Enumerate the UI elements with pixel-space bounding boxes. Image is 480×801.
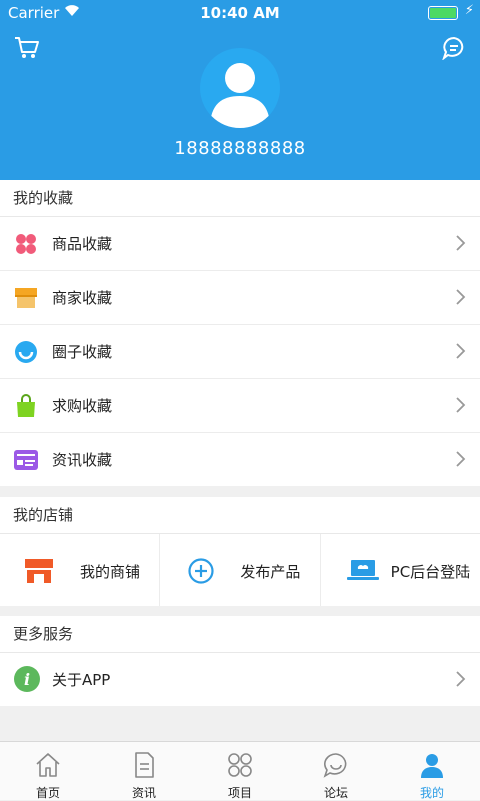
chevron-right-icon	[456, 343, 466, 359]
item-label: 商品收藏	[52, 235, 113, 253]
plus-circle-icon	[188, 558, 214, 584]
grid-icon	[228, 753, 252, 777]
tab-label: 资讯	[131, 786, 156, 800]
avatar-icon	[210, 63, 270, 128]
shop-icon	[25, 559, 53, 583]
charging-icon: ⚡	[464, 3, 474, 18]
tab-label: 论坛	[323, 786, 348, 800]
smile-icon	[15, 341, 37, 363]
bottom-tab-bar: 首页 资讯 项目 论坛 我的	[0, 741, 480, 800]
tab-home[interactable]: 首页	[0, 742, 96, 800]
item-label: 求购收藏	[52, 397, 113, 415]
chat-icon[interactable]	[442, 36, 466, 60]
chevron-right-icon	[456, 235, 466, 251]
status-time: 10:40 AM	[200, 4, 280, 22]
svg-text:i: i	[24, 670, 30, 689]
battery-icon	[428, 6, 458, 20]
favorites-section: 我的收藏 商品收藏 商家收藏 圈子收藏 求购收藏 资讯收藏	[0, 180, 480, 486]
cart-icon[interactable]	[14, 36, 40, 60]
section-title: 我的收藏	[0, 180, 480, 217]
shop-section: 我的店铺 我的商铺 发布产品 PC后台登陆	[0, 497, 480, 606]
tab-label: 首页	[35, 786, 60, 800]
tab-forum[interactable]: 论坛	[288, 742, 384, 800]
favorite-item-circle[interactable]: 圈子收藏	[0, 325, 480, 379]
item-label: 圈子收藏	[52, 343, 113, 361]
pc-login-button[interactable]: PC后台登陆	[321, 534, 480, 606]
section-title: 我的店铺	[0, 497, 480, 534]
services-section: 更多服务 i 关于APP	[0, 616, 480, 706]
tab-mine[interactable]: 我的	[384, 742, 480, 800]
shop-label: 发布产品	[240, 563, 301, 581]
item-label: 商家收藏	[52, 289, 113, 307]
card-icon	[14, 450, 38, 470]
tab-news[interactable]: 资讯	[96, 742, 192, 800]
home-icon	[36, 753, 60, 777]
publish-product-button[interactable]: 发布产品	[160, 534, 321, 606]
favorite-item-merchant[interactable]: 商家收藏	[0, 271, 480, 325]
item-label: 关于APP	[52, 671, 111, 689]
chevron-right-icon	[456, 289, 466, 305]
about-app-item[interactable]: i 关于APP	[0, 653, 480, 706]
shop-label: PC后台登陆	[390, 563, 471, 581]
store-icon	[15, 288, 37, 308]
chevron-right-icon	[456, 671, 466, 687]
favorite-item-goods[interactable]: 商品收藏	[0, 217, 480, 271]
tab-label: 我的	[419, 786, 444, 800]
tab-projects[interactable]: 项目	[192, 742, 288, 800]
chevron-right-icon	[456, 397, 466, 413]
status-bar: Carrier 10:40 AM ⚡	[0, 0, 480, 26]
laptop-icon	[346, 560, 379, 580]
my-shop-button[interactable]: 我的商铺	[0, 534, 161, 606]
info-icon: i	[14, 666, 40, 692]
user-phone: 18888888888	[174, 138, 306, 159]
shop-label: 我的商铺	[80, 563, 141, 581]
section-title: 更多服务	[0, 616, 480, 653]
favorite-item-news[interactable]: 资讯收藏	[0, 433, 480, 486]
chevron-right-icon	[456, 451, 466, 467]
document-icon	[135, 752, 154, 778]
tab-label: 项目	[227, 786, 252, 800]
avatar[interactable]	[200, 48, 280, 128]
item-label: 资讯收藏	[52, 451, 113, 469]
bag-icon	[17, 394, 35, 417]
person-icon	[421, 754, 443, 778]
clover-icon	[16, 234, 36, 254]
profile-header: Carrier 10:40 AM ⚡ 18888888888	[0, 0, 480, 180]
bubble-icon	[323, 753, 347, 778]
favorite-item-purchase[interactable]: 求购收藏	[0, 379, 480, 433]
